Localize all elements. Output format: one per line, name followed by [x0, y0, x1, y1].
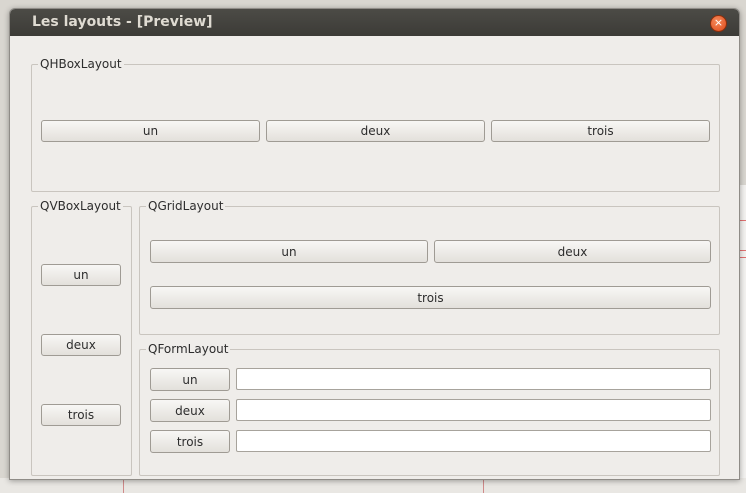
grid-group-title: QGridLayout — [146, 199, 226, 213]
hbox-group: QHBoxLayout un deux trois — [31, 57, 720, 192]
background-guide-line — [483, 478, 484, 493]
vbox-button-trois[interactable]: trois — [41, 404, 121, 426]
background-app-strip — [0, 478, 746, 493]
vbox-button-deux[interactable]: deux — [41, 334, 121, 356]
vbox-button-un[interactable]: un — [41, 264, 121, 286]
grid-button-trois[interactable]: trois — [150, 286, 711, 309]
hbox-button-un[interactable]: un — [41, 120, 260, 142]
vbox-group: QVBoxLayout un deux trois — [31, 199, 132, 476]
title-bar[interactable]: Les layouts - [Preview] × — [10, 9, 739, 36]
grid-group: QGridLayout un deux trois — [139, 199, 720, 335]
background-guide-line — [123, 478, 124, 493]
hbox-button-deux[interactable]: deux — [266, 120, 485, 142]
form-group: QFormLayout un deux trois — [139, 342, 720, 476]
close-button[interactable]: × — [710, 15, 727, 32]
vbox-group-title: QVBoxLayout — [38, 199, 123, 213]
hbox-group-title: QHBoxLayout — [38, 57, 124, 71]
form-label-button-un[interactable]: un — [150, 368, 230, 391]
form-label-button-trois[interactable]: trois — [150, 430, 230, 453]
form-label-button-deux[interactable]: deux — [150, 399, 230, 422]
hbox-button-trois[interactable]: trois — [491, 120, 710, 142]
form-field-trois[interactable] — [236, 430, 711, 452]
form-field-un[interactable] — [236, 368, 711, 390]
form-field-deux[interactable] — [236, 399, 711, 421]
window-title: Les layouts - [Preview] — [32, 14, 213, 30]
close-icon: × — [713, 16, 724, 29]
grid-button-deux[interactable]: deux — [434, 240, 711, 263]
form-group-title: QFormLayout — [146, 342, 231, 356]
grid-button-un[interactable]: un — [150, 240, 428, 263]
preview-window: Les layouts - [Preview] × QHBoxLayout un… — [9, 8, 740, 480]
